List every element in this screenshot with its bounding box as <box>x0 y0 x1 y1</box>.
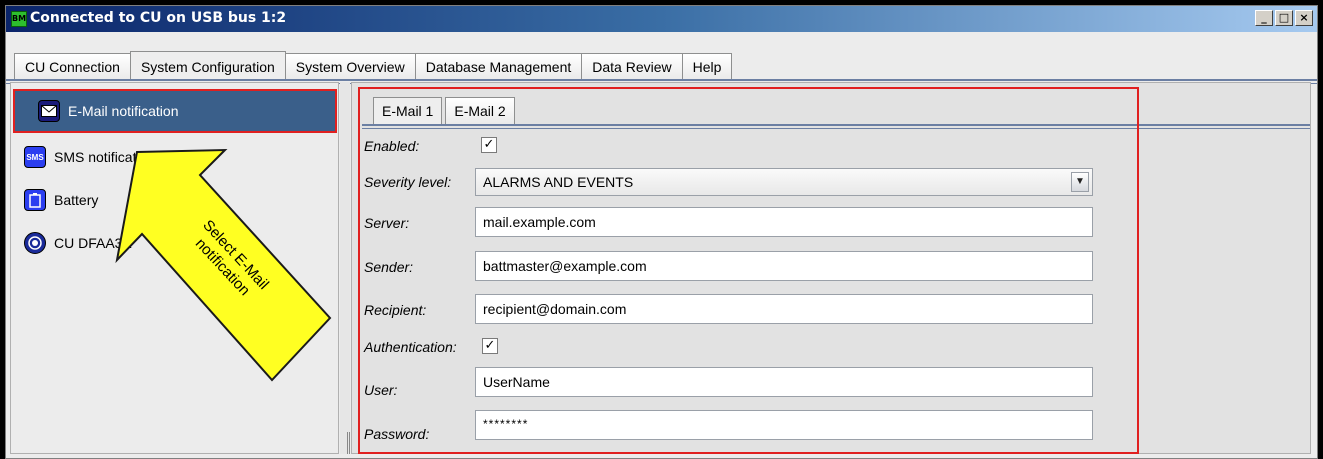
title-bar[interactable]: BM Connected to CU on USB bus 1:2 _ □ × <box>6 6 1317 32</box>
sidebar-item-label: E-Mail notification <box>68 103 179 119</box>
sidebar-item-battery[interactable]: Battery <box>24 185 98 215</box>
splitter-grip[interactable] <box>347 432 350 454</box>
sidebar-item-label: Battery <box>54 192 99 208</box>
highlight-box <box>358 87 1139 454</box>
tab-help[interactable]: Help <box>681 53 733 81</box>
tab-cu-connection[interactable]: CU Connection <box>14 53 131 81</box>
sidebar-item-cu[interactable]: CU DFAA3E <box>24 228 132 258</box>
panel-splitter[interactable] <box>340 82 350 454</box>
window-title: Connected to CU on USB bus 1:2 <box>30 10 287 26</box>
sidebar-item-sms-notification[interactable]: SMS SMS notification <box>24 142 155 172</box>
app-icon: BM <box>11 11 27 27</box>
sidebar-panel <box>10 82 339 454</box>
maximize-button[interactable]: □ <box>1275 10 1293 26</box>
sidebar-item-label: SMS notification <box>54 149 156 165</box>
battery-icon <box>24 189 46 211</box>
close-button[interactable]: × <box>1295 10 1313 26</box>
minimize-button[interactable]: _ <box>1255 10 1273 26</box>
sms-icon: SMS <box>24 146 46 168</box>
main-tab-bar: CU Connection System Configuration Syste… <box>6 32 1317 84</box>
tab-system-configuration[interactable]: System Configuration <box>129 51 286 81</box>
cu-icon <box>24 232 46 254</box>
tab-data-review[interactable]: Data Review <box>581 53 683 81</box>
sidebar-item-email-notification[interactable]: E-Mail notification <box>13 89 337 133</box>
envelope-icon <box>38 100 60 122</box>
tab-divider <box>6 79 1317 81</box>
tab-system-overview[interactable]: System Overview <box>284 53 416 81</box>
window-controls: _ □ × <box>1255 10 1313 26</box>
sidebar-item-label: CU DFAA3E <box>54 235 132 251</box>
tab-database-management[interactable]: Database Management <box>414 53 583 81</box>
